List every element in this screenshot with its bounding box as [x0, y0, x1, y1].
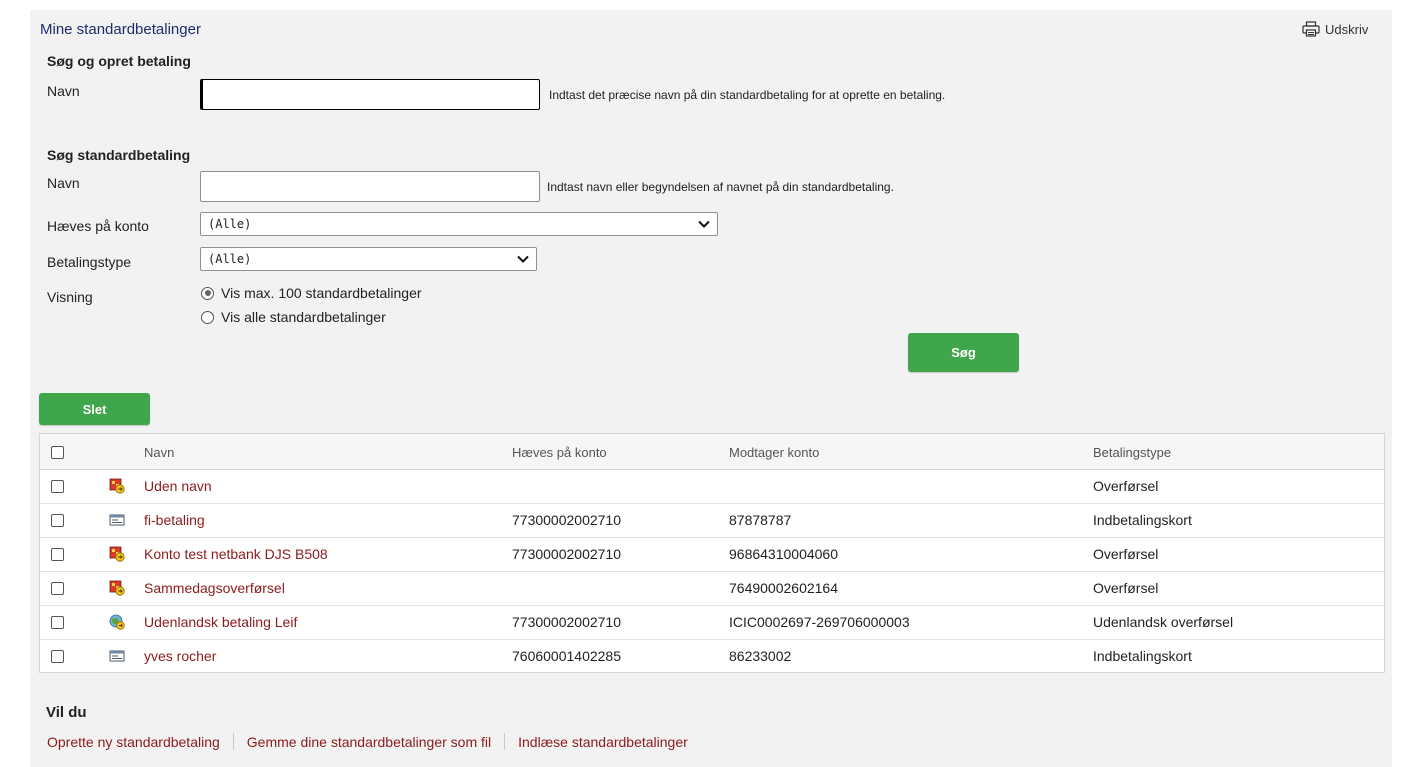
row-to-account: 87878787 [729, 512, 792, 528]
transfer-icon [109, 580, 125, 596]
chevron-down-icon [698, 217, 710, 231]
transfer-icon [109, 546, 125, 562]
delete-button[interactable]: Slet [39, 393, 150, 425]
account-select[interactable]: (Alle) [200, 212, 718, 236]
page-title: Mine standardbetalinger [40, 21, 201, 38]
search-name-hint: Indtast navn eller begyndelsen af navnet… [547, 180, 894, 194]
row-checkbox[interactable] [51, 514, 64, 527]
create-name-input[interactable] [200, 79, 540, 110]
column-header-to-account: Modtager konto [729, 445, 820, 460]
foreign-transfer-icon [109, 614, 125, 630]
view-option-all[interactable]: Vis alle standardbetalinger [201, 309, 386, 325]
type-select[interactable]: (Alle) [200, 247, 537, 271]
search-heading: Søg standardbetaling [47, 147, 191, 163]
payment-card-icon [109, 648, 125, 664]
row-type: Udenlandsk overførsel [1093, 614, 1234, 630]
view-option-max[interactable]: Vis max. 100 standardbetalinger [201, 285, 422, 301]
row-checkbox[interactable] [51, 582, 64, 595]
row-name-link[interactable]: Sammedagsoverførsel [144, 580, 285, 596]
link-divider [504, 733, 506, 750]
create-new-link[interactable]: Oprette ny standardbetaling [47, 734, 220, 750]
row-from-account: 76060001402285 [512, 648, 622, 664]
row-type: Overførsel [1093, 580, 1159, 596]
type-label: Betalingstype [47, 254, 132, 270]
row-type: Overførsel [1093, 478, 1159, 494]
view-option-label: Vis alle standardbetalinger [221, 309, 386, 325]
search-button[interactable]: Søg [908, 333, 1019, 372]
radio-unselected[interactable] [201, 310, 214, 324]
create-name-label: Navn [47, 83, 80, 99]
column-header-from-account: Hæves på konto [512, 445, 607, 460]
row-to-account: 96864310004060 [729, 546, 839, 562]
account-select-value: (Alle) [208, 217, 252, 231]
table-row: Uden navn Overførsel [40, 470, 1384, 504]
row-to-account: 86233002 [729, 648, 792, 664]
row-to-account: 76490002602164 [729, 580, 839, 596]
transfer-icon [109, 478, 125, 494]
row-name-link[interactable]: Uden navn [144, 478, 212, 494]
search-name-input[interactable] [200, 171, 540, 202]
row-from-account: 77300002002710 [512, 512, 622, 528]
chevron-down-icon [517, 252, 529, 266]
table-row: yves rocher 76060001402285 86233002 Indbeta… [40, 640, 1384, 674]
radio-selected[interactable] [201, 286, 214, 300]
footer-heading: Vil du [46, 704, 87, 721]
payments-table: Navn Hæves på konto Modtager konto Betal… [39, 433, 1385, 673]
search-name-label: Navn [47, 175, 80, 191]
row-to-account: ICIC0002697-269706000003 [729, 614, 910, 630]
print-button[interactable]: Udskriv [1302, 21, 1368, 37]
link-divider [232, 733, 234, 750]
view-label: Visning [47, 289, 93, 305]
payment-card-icon [109, 512, 125, 528]
select-all-checkbox[interactable] [51, 446, 64, 459]
row-name-link[interactable]: fi-betaling [144, 512, 205, 528]
print-label: Udskriv [1325, 21, 1369, 37]
type-select-value: (Alle) [208, 252, 252, 266]
table-row: fi-betaling 77300002002710 87878787 Indbeta… [40, 504, 1384, 538]
row-checkbox[interactable] [51, 548, 64, 561]
create-hint: Indtast det præcise navn på din standard… [549, 88, 946, 102]
view-option-label: Vis max. 100 standardbetalinger [221, 285, 422, 301]
create-heading: Søg og opret betaling [47, 53, 191, 69]
import-link[interactable]: Indlæse standardbetalinger [518, 734, 688, 750]
save-as-file-link[interactable]: Gemme dine standardbetalinger som fil [247, 734, 491, 750]
row-from-account: 77300002002710 [512, 614, 622, 630]
table-row: Udenlandsk betaling Leif 77300002002710 IC… [40, 606, 1384, 640]
column-header-name: Navn [144, 445, 175, 460]
row-from-account: 77300002002710 [512, 546, 622, 562]
table-row: Konto test netbank DJS B508 7730000200271… [40, 538, 1384, 572]
row-name-link[interactable]: yves rocher [144, 648, 216, 664]
row-checkbox[interactable] [51, 616, 64, 629]
row-checkbox[interactable] [51, 480, 64, 493]
row-type: Overførsel [1093, 546, 1159, 562]
row-name-link[interactable]: Konto test netbank DJS B508 [144, 546, 328, 562]
row-checkbox[interactable] [51, 650, 64, 663]
account-label: Hæves på konto [47, 218, 149, 234]
column-header-type: Betalingstype [1093, 445, 1172, 460]
table-row: Sammedagsoverførsel 76490002602164 Overfør… [40, 572, 1384, 606]
printer-icon [1302, 21, 1320, 37]
table-header: Navn Hæves på konto Modtager konto Betal… [40, 434, 1384, 470]
row-type: Indbetalingskort [1093, 648, 1192, 664]
row-name-link[interactable]: Udenlandsk betaling Leif [144, 614, 297, 630]
row-type: Indbetalingskort [1093, 512, 1192, 528]
footer-links: Oprette ny standardbetaling Gemme dine s… [47, 733, 688, 750]
